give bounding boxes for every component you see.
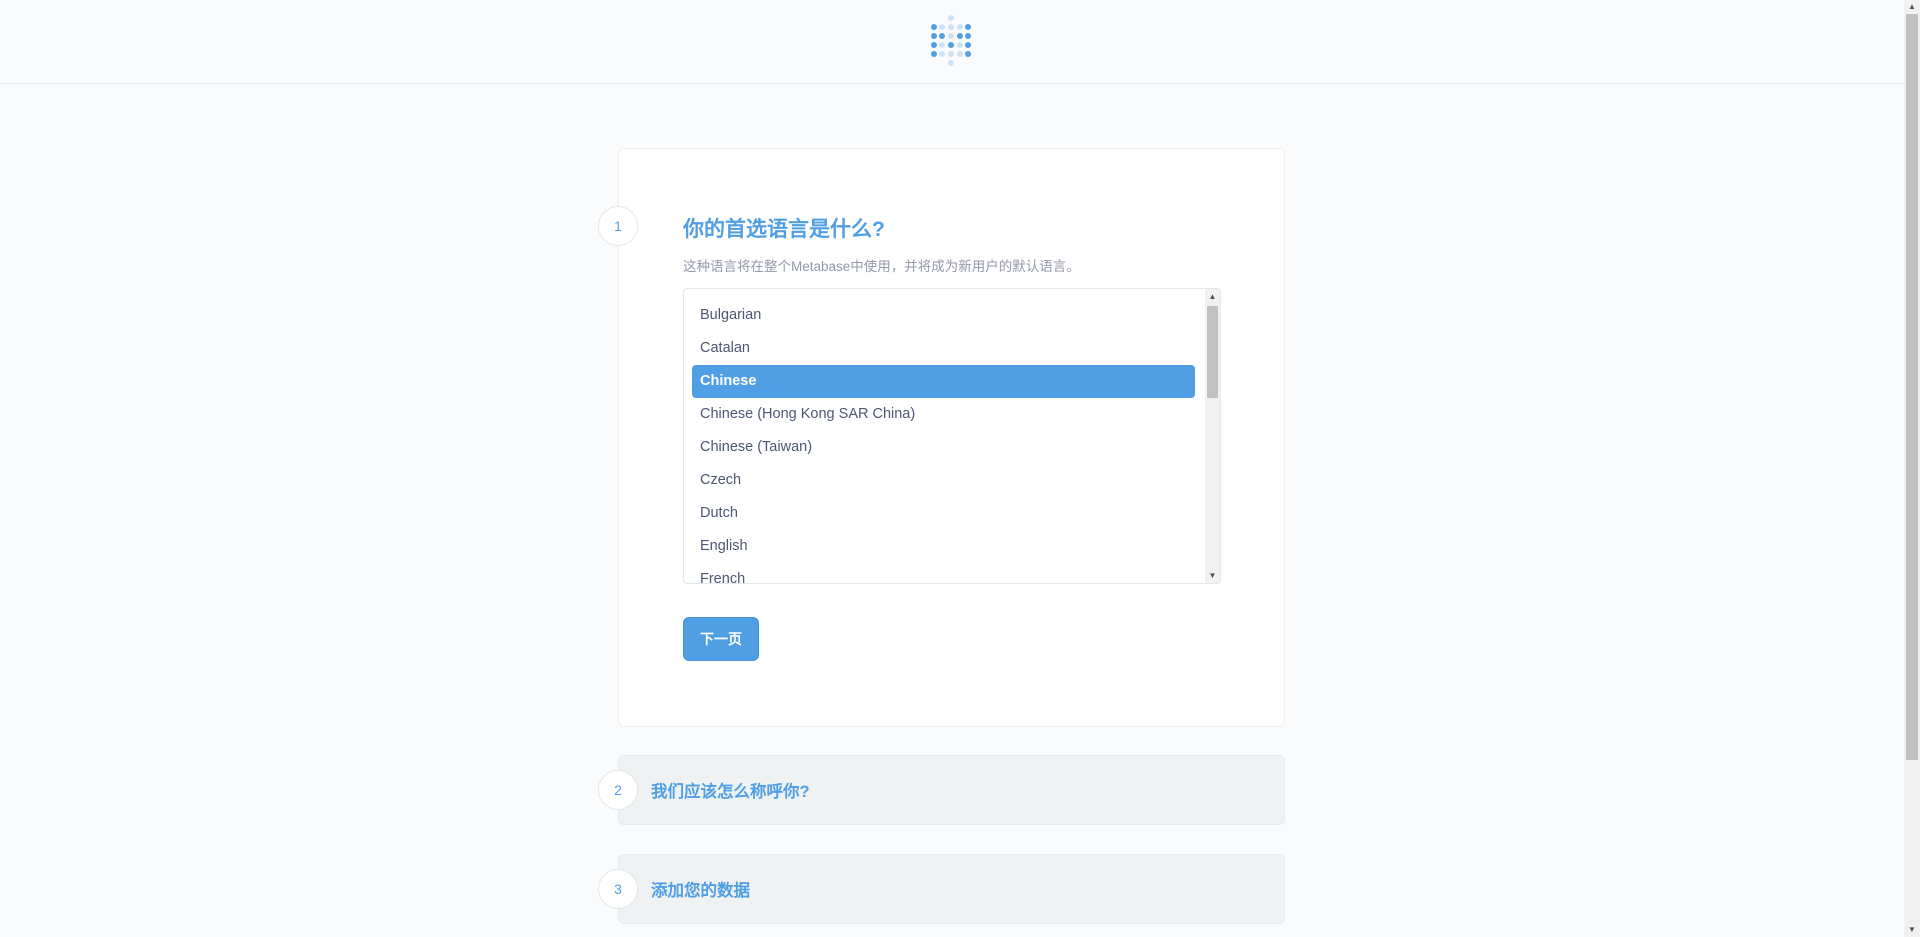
step-1-card: 1 你的首选语言是什么? 这种语言将在整个Metabase中使用，并将成为新用户… [598, 148, 1285, 727]
page-scroll-up-icon[interactable]: ▲ [1904, 0, 1920, 14]
language-option[interactable]: Chinese (Hong Kong SAR China) [692, 398, 1195, 431]
step-1-title: 你的首选语言是什么? [683, 218, 885, 241]
step-3-card[interactable]: 3 添加您的数据 [598, 854, 1285, 924]
language-option[interactable]: Chinese (Taiwan) [692, 431, 1195, 464]
language-option[interactable]: English [692, 530, 1195, 563]
step-1-number: 1 [598, 206, 638, 246]
metabase-logo-icon[interactable] [930, 15, 972, 67]
language-option[interactable]: Bulgarian [692, 299, 1195, 332]
language-list-scrollbar[interactable]: ▲ ▼ [1205, 289, 1220, 583]
page-scroll-thumb[interactable] [1906, 14, 1918, 760]
language-option[interactable]: Chinese [692, 365, 1195, 398]
top-header [0, 0, 1904, 84]
scroll-down-arrow-icon[interactable]: ▼ [1205, 568, 1220, 583]
language-option[interactable]: Catalan [692, 332, 1195, 365]
next-button[interactable]: 下一页 [683, 617, 759, 661]
step-1-description: 这种语言将在整个Metabase中使用，并将成为新用户的默认语言。 [683, 259, 1080, 274]
page-scrollbar[interactable]: ▲ ▼ [1904, 0, 1920, 937]
step-2-title: 我们应该怎么称呼你? [651, 783, 810, 801]
step-2-card[interactable]: 2 我们应该怎么称呼你? [598, 755, 1285, 825]
language-option[interactable]: Dutch [692, 497, 1195, 530]
scroll-up-arrow-icon[interactable]: ▲ [1205, 289, 1220, 304]
page-scroll-down-icon[interactable]: ▼ [1904, 923, 1920, 937]
step-3-number: 3 [598, 869, 638, 909]
language-option[interactable]: French [692, 563, 1195, 583]
step-3-title: 添加您的数据 [651, 882, 750, 900]
language-option[interactable]: Czech [692, 464, 1195, 497]
scroll-thumb[interactable] [1207, 306, 1218, 398]
language-options: Bulgarian Catalan Chinese Chinese (Hong Kon… [692, 299, 1195, 583]
language-list[interactable]: Bulgarian Catalan Chinese Chinese (Hong Kon… [683, 288, 1221, 584]
step-2-number: 2 [598, 770, 638, 810]
